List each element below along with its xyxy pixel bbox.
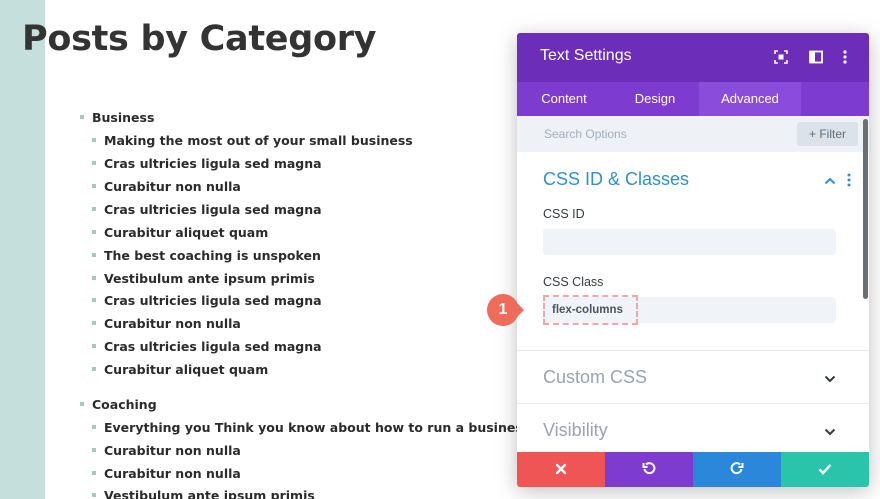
list-bullet bbox=[92, 138, 96, 142]
tab-content[interactable]: Content bbox=[517, 82, 611, 116]
post-title[interactable]: Curabitur non nulla bbox=[104, 316, 241, 331]
modal-title: Text Settings bbox=[540, 47, 632, 64]
list-bullet bbox=[92, 161, 96, 165]
css-class-label: CSS Class bbox=[543, 275, 604, 289]
post-title[interactable]: Everything you Think you know about how … bbox=[104, 420, 530, 435]
list-bullet bbox=[92, 207, 96, 211]
modal-header: Text Settings bbox=[517, 33, 869, 82]
section-title-visibility[interactable]: Visibility bbox=[543, 420, 608, 441]
save-button[interactable] bbox=[781, 452, 869, 487]
chevron-up-icon[interactable] bbox=[823, 173, 837, 187]
category-item: Business bbox=[80, 108, 154, 126]
post-link[interactable]: Cras ultricies ligula sed magna bbox=[92, 291, 322, 309]
post-title[interactable]: Cras ultricies ligula sed magna bbox=[104, 156, 322, 171]
post-title[interactable]: Cras ultricies ligula sed magna bbox=[104, 339, 322, 354]
list-bullet bbox=[80, 402, 84, 406]
check-icon bbox=[818, 460, 832, 479]
tab-advanced[interactable]: Advanced bbox=[699, 82, 801, 116]
tab-design[interactable]: Design bbox=[611, 82, 699, 116]
post-title[interactable]: Vestibulum ante ipsum primis bbox=[104, 271, 315, 286]
chevron-down-icon[interactable] bbox=[823, 371, 837, 385]
post-link[interactable]: Making the most out of your small busine… bbox=[92, 131, 413, 149]
chevron-down-icon[interactable] bbox=[823, 424, 837, 438]
post-title[interactable]: Curabitur non nulla bbox=[104, 443, 241, 458]
css-id-field[interactable] bbox=[543, 229, 836, 255]
list-bullet bbox=[92, 344, 96, 348]
post-title[interactable]: Cras ultricies ligula sed magna bbox=[104, 293, 322, 308]
list-bullet bbox=[92, 425, 96, 429]
list-bullet bbox=[92, 321, 96, 325]
category-name: Business bbox=[92, 109, 155, 125]
post-link[interactable]: Everything you Think you know about how … bbox=[92, 418, 530, 436]
post-title[interactable]: The best coaching is unspoken bbox=[104, 248, 321, 263]
post-link[interactable]: Vestibulum ante ipsum primis bbox=[92, 486, 315, 499]
list-bullet bbox=[92, 448, 96, 452]
search-input[interactable]: Search Options bbox=[544, 127, 627, 141]
post-link[interactable]: Curabitur aliquet quam bbox=[92, 360, 268, 378]
filter-button[interactable]: + Filter bbox=[797, 122, 858, 146]
post-link[interactable]: Curabitur non nulla bbox=[92, 441, 241, 459]
list-bullet bbox=[92, 184, 96, 188]
focus-icon[interactable] bbox=[773, 49, 789, 65]
list-bullet bbox=[92, 471, 96, 475]
left-accent-strip bbox=[0, 0, 45, 499]
list-bullet bbox=[92, 367, 96, 371]
post-link[interactable]: Curabitur non nulla bbox=[92, 464, 241, 482]
post-link[interactable]: Cras ultricies ligula sed magna bbox=[92, 200, 322, 218]
undo-button[interactable] bbox=[605, 452, 693, 487]
post-title[interactable]: Making the most out of your small busine… bbox=[104, 133, 413, 148]
post-title[interactable]: Vestibulum ante ipsum primis bbox=[104, 488, 315, 499]
category-post-list: Business Making the most out of your sma… bbox=[80, 0, 530, 499]
section-title-css-id-classes[interactable]: CSS ID & Classes bbox=[543, 169, 689, 190]
post-link[interactable]: Curabitur non nulla bbox=[92, 314, 241, 332]
redo-icon bbox=[730, 460, 744, 479]
list-bullet bbox=[92, 298, 96, 302]
post-link[interactable]: Curabitur non nulla bbox=[92, 177, 241, 195]
list-bullet bbox=[92, 276, 96, 280]
list-bullet bbox=[92, 230, 96, 234]
css-id-label: CSS ID bbox=[543, 207, 585, 221]
more-vertical-icon[interactable] bbox=[846, 172, 852, 188]
post-title[interactable]: Curabitur non nulla bbox=[104, 466, 241, 481]
more-vertical-icon[interactable] bbox=[837, 49, 853, 65]
modal-scrollbar[interactable] bbox=[863, 119, 868, 299]
section-divider bbox=[517, 350, 869, 351]
post-link[interactable]: Vestibulum ante ipsum primis bbox=[92, 269, 315, 287]
close-icon bbox=[555, 460, 567, 479]
callout-number: 1 bbox=[498, 301, 508, 318]
category-item: Coaching bbox=[80, 395, 157, 413]
discard-button[interactable] bbox=[517, 452, 605, 487]
list-bullet bbox=[92, 253, 96, 257]
css-class-highlight bbox=[543, 295, 638, 325]
post-title[interactable]: Cras ultricies ligula sed magna bbox=[104, 202, 322, 217]
post-title[interactable]: Curabitur aliquet quam bbox=[104, 362, 268, 377]
redo-button[interactable] bbox=[693, 452, 781, 487]
section-title-custom-css[interactable]: Custom CSS bbox=[543, 367, 647, 388]
category-name: Coaching bbox=[92, 396, 157, 412]
list-bullet bbox=[80, 115, 84, 119]
section-divider bbox=[517, 403, 869, 404]
post-link[interactable]: Curabitur aliquet quam bbox=[92, 223, 268, 241]
undo-icon bbox=[642, 460, 656, 479]
list-bullet bbox=[92, 493, 96, 497]
text-settings-modal: Text Settings Content Design Advanced Se… bbox=[517, 33, 869, 487]
post-link[interactable]: Cras ultricies ligula sed magna bbox=[92, 337, 322, 355]
post-link[interactable]: Cras ultricies ligula sed magna bbox=[92, 154, 322, 172]
post-link[interactable]: The best coaching is unspoken bbox=[92, 246, 321, 264]
post-title[interactable]: Curabitur non nulla bbox=[104, 179, 241, 194]
modal-footer bbox=[517, 452, 869, 487]
search-options-bar: Search Options + Filter bbox=[517, 116, 869, 152]
settings-tabs: Content Design Advanced bbox=[517, 82, 869, 116]
post-title[interactable]: Curabitur aliquet quam bbox=[104, 225, 268, 240]
sidebar-toggle-icon[interactable] bbox=[808, 49, 824, 65]
